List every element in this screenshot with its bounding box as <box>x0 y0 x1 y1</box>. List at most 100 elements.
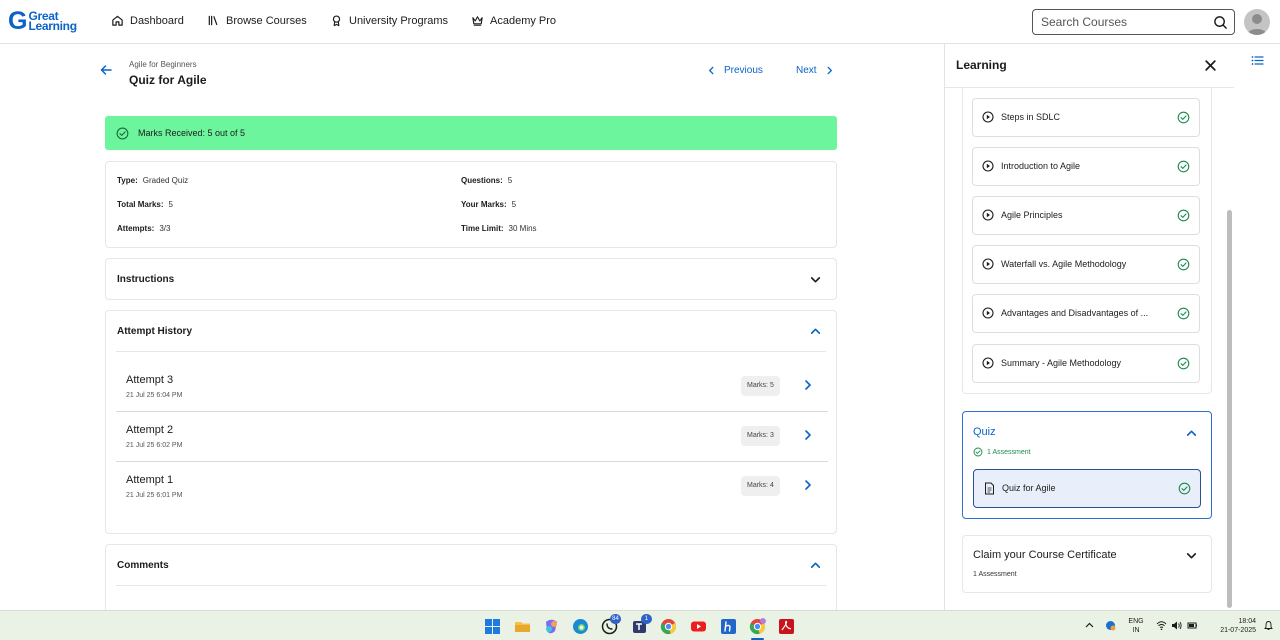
breadcrumb[interactable]: Agile for Beginners <box>129 60 197 69</box>
chrome-profile-icon[interactable] <box>749 618 766 635</box>
chevron-right-icon[interactable] <box>802 429 814 441</box>
library-icon <box>208 15 218 26</box>
info-your-marks: Your Marks: 5 <box>461 200 516 209</box>
onedrive-icon[interactable] <box>1105 620 1116 631</box>
quiz-info-card: Type: Graded Quiz Questions: 5 Total Mar… <box>105 161 837 248</box>
attempt-row[interactable]: Attempt 3 21 Jul 25 6:04 PM Marks: 5 <box>116 362 828 412</box>
attempt-marks-badge: Marks: 3 <box>741 426 780 446</box>
award-icon <box>332 15 341 27</box>
marks-received-banner: Marks Received: 5 out of 5 <box>105 116 837 150</box>
h-app-icon[interactable] <box>720 618 737 635</box>
attempt-marks-badge: Marks: 4 <box>741 476 780 496</box>
lesson-item[interactable]: Summary - Agile Methodology <box>972 344 1200 383</box>
lesson-label: Agile Principles <box>1001 210 1063 220</box>
chevron-up-icon[interactable] <box>809 559 822 572</box>
home-icon <box>112 15 123 26</box>
quiz-section-title[interactable]: Quiz <box>973 426 996 438</box>
back-arrow-icon[interactable] <box>99 63 113 77</box>
quiz-section: Quiz 1 Assessment Quiz for Agile <box>962 411 1212 519</box>
chevron-down-icon[interactable] <box>809 273 822 286</box>
nav-university-programs[interactable]: University Programs <box>330 14 448 27</box>
info-questions: Questions: 5 <box>461 176 512 185</box>
clock[interactable]: 18:04 21-07-2025 <box>1206 617 1256 635</box>
chevron-right-icon[interactable] <box>802 479 814 491</box>
info-total-marks-label: Total Marks: <box>117 200 164 209</box>
search-input[interactable] <box>1041 15 1201 29</box>
attempt-date: 21 Jul 25 6:04 PM <box>126 392 183 399</box>
quiz-item-active[interactable]: Quiz for Agile <box>973 469 1201 508</box>
file-explorer-icon[interactable] <box>514 618 531 635</box>
info-attempts-value: 3/3 <box>159 224 171 233</box>
lesson-item[interactable]: Advantages and Disadvantages of ... <box>972 294 1200 333</box>
lesson-label: Summary - Agile Methodology <box>1001 358 1122 368</box>
search-icon[interactable] <box>1213 15 1228 30</box>
instructions-accordion[interactable]: Instructions <box>105 258 837 300</box>
youtube-icon[interactable] <box>690 618 707 635</box>
next-button-label: Next <box>796 65 817 76</box>
nav-academy-pro[interactable]: Academy Pro <box>471 14 556 27</box>
app-window: G Great Learning Dashboard Browse Course… <box>0 0 1280 640</box>
battery-icon[interactable] <box>1187 620 1198 631</box>
attempt-marks-badge: Marks: 5 <box>741 376 780 396</box>
logo-g-mark: G <box>8 7 28 35</box>
nav-browse-courses[interactable]: Browse Courses <box>207 14 307 27</box>
user-avatar[interactable] <box>1244 9 1270 35</box>
attempt-history-title: Attempt History <box>117 326 193 337</box>
nav-browse-courses-label: Browse Courses <box>226 14 307 27</box>
info-total-marks: Total Marks: 5 <box>117 200 173 209</box>
windows-start-icon[interactable] <box>484 618 501 635</box>
check-circle-icon <box>116 127 129 139</box>
attempt-title: Attempt 3 <box>126 374 174 386</box>
check-circle-icon <box>1177 160 1190 173</box>
chrome-icon[interactable] <box>660 618 677 635</box>
top-navigation-bar: G Great Learning Dashboard Browse Course… <box>0 0 1280 44</box>
language-indicator[interactable]: ENG IN <box>1126 617 1146 635</box>
attempt-row[interactable]: Attempt 2 21 Jul 25 6:02 PM Marks: 3 <box>116 412 828 462</box>
chevron-up-icon[interactable] <box>809 325 822 338</box>
lesson-item[interactable]: Agile Principles <box>972 196 1200 235</box>
lesson-label: Advantages and Disadvantages of ... <box>1001 308 1149 318</box>
lesson-item[interactable]: Steps in SDLC <box>972 98 1200 137</box>
play-circle-icon <box>982 307 994 319</box>
attempt-history-accordion: Attempt History Attempt 3 21 Jul 25 6:04… <box>105 310 837 534</box>
info-time-limit: Time Limit: 30 Mins <box>461 224 537 233</box>
chevron-up-tray-icon[interactable] <box>1084 620 1095 631</box>
lesson-label: Waterfall vs. Agile Methodology <box>1001 259 1127 269</box>
check-circle-icon <box>1177 258 1190 271</box>
chevron-right-icon[interactable] <box>802 379 814 391</box>
notification-bell-icon[interactable] <box>1263 620 1274 631</box>
previous-button[interactable]: Previous <box>707 65 763 76</box>
chevron-up-icon[interactable] <box>1185 427 1198 440</box>
chevron-down-icon[interactable] <box>1185 549 1198 562</box>
acrobat-icon[interactable] <box>778 618 795 635</box>
list-icon[interactable] <box>1251 54 1264 67</box>
attempt-row[interactable]: Attempt 1 21 Jul 25 6:01 PM Marks: 4 <box>116 462 828 512</box>
previous-button-label: Previous <box>724 65 763 76</box>
copilot-icon[interactable] <box>543 618 560 635</box>
edge-browser-icon[interactable] <box>572 618 589 635</box>
certificate-section[interactable]: Claim your Course Certificate 1 Assessme… <box>962 535 1212 593</box>
info-questions-value: 5 <box>507 176 513 185</box>
info-questions-label: Questions: <box>461 176 503 185</box>
check-circle-icon <box>1177 307 1190 320</box>
sidebar-scrollbar-thumb[interactable] <box>1227 210 1232 608</box>
wifi-icon[interactable] <box>1156 620 1167 631</box>
info-total-marks-value: 5 <box>168 200 173 209</box>
divider <box>116 351 826 352</box>
close-icon[interactable] <box>1204 59 1217 72</box>
sidebar-title: Learning <box>956 58 1007 72</box>
lesson-item[interactable]: Waterfall vs. Agile Methodology <box>972 245 1200 284</box>
windows-taskbar: 84 1 ENG IN 18:04 21-07-2025 <box>0 610 1280 640</box>
info-type: Type: Graded Quiz <box>117 176 188 185</box>
great-learning-logo[interactable]: G Great Learning <box>8 7 77 35</box>
check-circle-icon <box>1177 111 1190 124</box>
lesson-item[interactable]: Introduction to Agile <box>972 147 1200 186</box>
attempt-title: Attempt 2 <box>126 424 174 436</box>
next-button[interactable]: Next <box>796 65 834 76</box>
volume-icon[interactable] <box>1171 620 1182 631</box>
search-box <box>1032 9 1235 35</box>
info-your-marks-value: 5 <box>511 200 517 209</box>
check-circle-icon <box>1177 209 1190 222</box>
nav-dashboard[interactable]: Dashboard <box>111 14 184 27</box>
check-circle-icon <box>1177 357 1190 370</box>
